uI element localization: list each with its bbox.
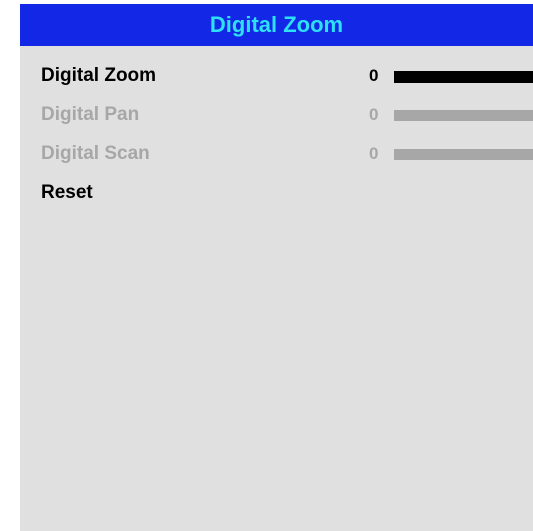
menu-item-digital-zoom[interactable]: Digital Zoom 0 [20, 61, 533, 91]
menu-item-value: 0 [369, 66, 379, 85]
menu-header: Digital Zoom [20, 4, 533, 46]
menu-item-label: Digital Scan [41, 143, 150, 164]
menu-item-label: Digital Pan [41, 104, 140, 125]
menu-item-label: Digital Zoom [41, 65, 157, 86]
menu-item-reset[interactable]: Reset [20, 178, 533, 208]
reset-button: Reset [41, 182, 93, 203]
menu-item-value: 0 [369, 105, 379, 124]
osd-menu-panel: Digital Zoom Digital Zoom 0 Digital Pan … [20, 4, 533, 531]
menu-title: Digital Zoom [209, 12, 344, 37]
menu-item-digital-scan[interactable]: Digital Scan 0 [20, 139, 533, 169]
digital-zoom-slider[interactable] [394, 71, 533, 83]
menu-item-value: 0 [369, 144, 379, 163]
menu-item-digital-pan[interactable]: Digital Pan 0 [20, 100, 533, 130]
digital-scan-slider[interactable] [394, 149, 533, 160]
digital-pan-slider[interactable] [394, 110, 533, 121]
